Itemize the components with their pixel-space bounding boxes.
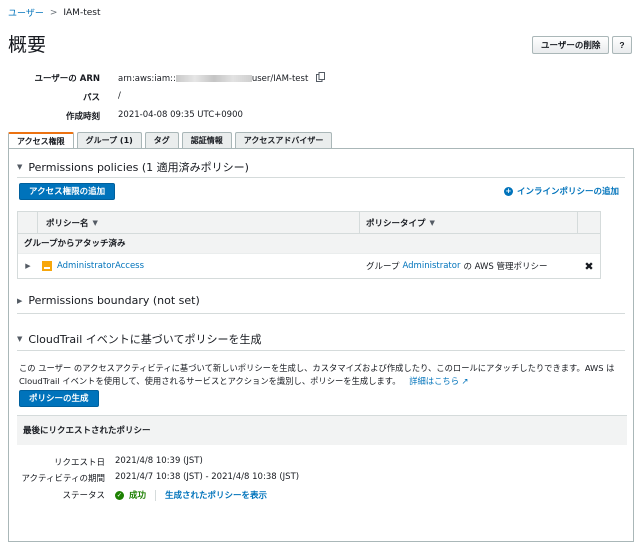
arn-prefix: arn:aws:iam::: [118, 74, 176, 84]
activity-period-value: 2021/4/7 10:38 (JST) - 2021/4/8 10:38 (J…: [115, 472, 300, 482]
col-policy-type-label: ポリシータイプ: [366, 218, 426, 229]
group-attached-label: グループからアタッチ済み: [18, 234, 600, 254]
request-date-label: リクエスト日: [53, 458, 105, 468]
add-inline-policy-label: インラインポリシーの追加: [516, 187, 619, 197]
breadcrumb: ユーザー > IAM-test: [8, 6, 101, 20]
breadcrumb-users-link[interactable]: ユーザー: [8, 6, 44, 19]
activity-period-row: アクティビティの期間 2021/4/7 10:38 (JST) - 2021/4…: [9, 472, 635, 484]
status-row: ステータス ✓ 成功 生成されたポリシーを表示: [9, 489, 635, 501]
help-button[interactable]: ?: [612, 36, 632, 54]
created-value: 2021-04-08 09:35 UTC+0900: [118, 110, 243, 120]
col-policy-name-label: ポリシー名: [46, 218, 89, 229]
policy-table: ポリシー名 ▼ ポリシータイプ ▼ グループからアタッチ済み ▶ Adminis…: [17, 211, 601, 279]
table-row: ▶ AdministratorAccess グループ Administrator…: [18, 254, 600, 278]
permissions-policies-header: Permissions policies (1 適用済みポリシー): [28, 161, 249, 174]
aws-managed-policy-icon: [42, 261, 52, 271]
caret-right-icon: ▶: [17, 296, 23, 305]
policy-type-suffix: の AWS 管理ポリシー: [463, 262, 548, 272]
delete-user-button[interactable]: ユーザーの削除: [532, 36, 610, 54]
caret-down-icon: ▼: [17, 163, 23, 171]
generate-policy-button[interactable]: ポリシーの生成: [19, 390, 99, 407]
summary-created-row: 作成時刻 2021-04-08 09:35 UTC+0900: [0, 110, 640, 122]
tab-credentials[interactable]: 認証情報: [181, 132, 232, 148]
masked-account-id: [175, 75, 252, 82]
add-permissions-button[interactable]: アクセス権限の追加: [19, 183, 116, 200]
cloudtrail-desc-text: この ユーザー のアクセスアクティビティに基づいて新しいポリシーを生成し、カスタ…: [19, 363, 615, 386]
permissions-boundary-header: Permissions boundary (not set): [28, 294, 200, 307]
view-generated-policy-link[interactable]: 生成されたポリシーを表示: [165, 489, 267, 501]
cloudtrail-toggle[interactable]: ▼ CloudTrail イベントに基づいてポリシーを生成: [17, 331, 261, 347]
permissions-boundary-toggle[interactable]: ▶ Permissions boundary (not set): [17, 294, 200, 307]
cloudtrail-header: CloudTrail イベントに基づいてポリシーを生成: [28, 333, 262, 346]
request-date-row: リクエスト日 2021/4/8 10:39 (JST): [9, 456, 635, 468]
copy-icon[interactable]: [316, 72, 325, 85]
success-check-icon: ✓: [115, 490, 124, 500]
tab-bar: アクセス権限 グループ (1) タグ 認証情報 アクセスアドバイザー: [8, 132, 333, 149]
policy-name-link[interactable]: AdministratorAccess: [57, 261, 144, 271]
permissions-panel: ▼ Permissions policies (1 適用済みポリシー) アクセス…: [8, 148, 634, 542]
page-title: 概要: [8, 34, 47, 56]
tab-permissions[interactable]: アクセス権限: [8, 132, 74, 149]
sort-down-icon: ▼: [429, 218, 435, 227]
learn-more-link[interactable]: 詳細はこちら ↗: [409, 376, 468, 386]
tab-tags[interactable]: タグ: [144, 132, 179, 148]
learn-more-label: 詳細はこちら: [409, 376, 459, 386]
cloudtrail-description: この ユーザー のアクセスアクティビティに基づいて新しいポリシーを生成し、カスタ…: [19, 362, 625, 388]
created-label: 作成時刻: [65, 112, 100, 122]
section-divider: [17, 313, 625, 314]
external-link-icon: ↗: [461, 376, 469, 386]
arn-label: ユーザーの ARN: [34, 74, 100, 84]
status-divider: [155, 489, 157, 501]
expand-row-icon[interactable]: ▶: [18, 262, 38, 270]
summary-arn-row: ユーザーの ARN arn:aws:iam:: user/IAM-test: [0, 72, 640, 84]
status-label: ステータス: [62, 491, 105, 501]
remove-policy-icon[interactable]: ✖: [578, 260, 600, 273]
table-header: ポリシー名 ▼ ポリシータイプ ▼: [18, 212, 600, 234]
section-divider: [17, 177, 625, 178]
remove-column-header: [578, 212, 600, 233]
col-policy-type[interactable]: ポリシータイプ ▼: [360, 212, 578, 233]
add-inline-policy-link[interactable]: + インラインポリシーの追加: [503, 185, 619, 197]
activity-period-label: アクティビティの期間: [21, 474, 105, 484]
policy-type-cell: グループ Administrator の AWS 管理ポリシー: [360, 260, 578, 272]
last-request-title: 最後にリクエストされたポリシー: [17, 415, 627, 445]
plus-circle-icon: +: [503, 186, 513, 196]
request-date-value: 2021/4/8 10:39 (JST): [115, 456, 203, 466]
section-divider: [17, 350, 625, 351]
status-text: 成功: [129, 491, 147, 501]
caret-down-icon: ▼: [17, 335, 23, 343]
breadcrumb-current: IAM-test: [63, 7, 101, 18]
policy-type-group-link[interactable]: Administrator: [403, 261, 461, 271]
col-policy-name[interactable]: ポリシー名 ▼: [38, 212, 360, 233]
permissions-policies-toggle[interactable]: ▼ Permissions policies (1 適用済みポリシー): [17, 159, 249, 175]
breadcrumb-separator: >: [49, 7, 58, 18]
tab-access-advisor[interactable]: アクセスアドバイザー: [234, 132, 333, 148]
expand-column-header: [18, 212, 38, 233]
arn-value: arn:aws:iam:: user/IAM-test: [118, 72, 325, 85]
path-value: /: [118, 91, 121, 101]
path-label: パス: [82, 93, 100, 103]
sort-down-icon: ▼: [92, 218, 98, 227]
arn-suffix: user/IAM-test: [251, 74, 309, 84]
policy-type-prefix: グループ: [366, 262, 400, 272]
policy-name-cell: AdministratorAccess: [38, 261, 360, 271]
status-value: ✓ 成功 生成されたポリシーを表示: [115, 489, 267, 501]
summary-path-row: パス /: [0, 91, 640, 103]
tab-groups[interactable]: グループ (1): [76, 132, 142, 148]
